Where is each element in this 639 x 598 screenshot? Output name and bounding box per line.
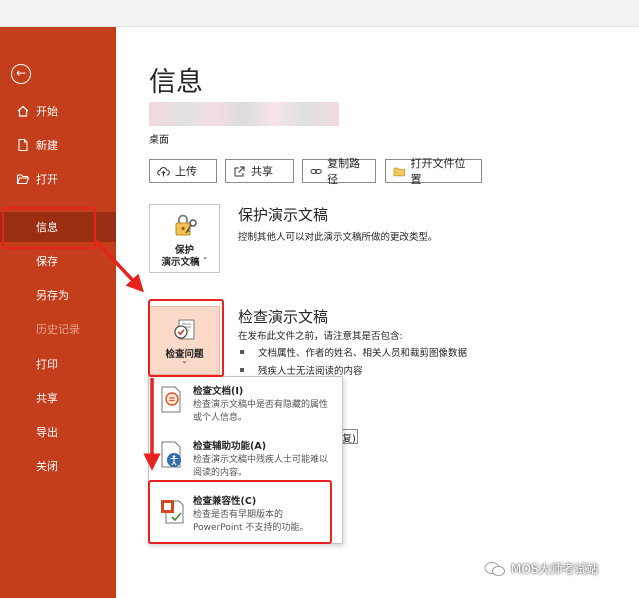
sidebar-item-new[interactable]: 新建: [0, 130, 116, 160]
title-bar: [0, 0, 639, 27]
page-title: 信息: [149, 67, 203, 98]
protect-section-description: 控制其他人可以对此演示文稿所做的更改类型。: [238, 232, 438, 243]
sidebar-item-share[interactable]: 共享: [0, 383, 116, 413]
sidebar-item-home[interactable]: 开始: [0, 96, 116, 126]
inspect-bullet: 残疾人士无法阅读的内容: [240, 363, 363, 377]
check-for-issues-label: 检查问题: [165, 349, 204, 360]
sidebar-item-info[interactable]: 信息: [0, 212, 116, 242]
check-issues-icon: [173, 319, 194, 340]
lock-key-icon: [175, 214, 197, 236]
wechat-icon: [484, 561, 505, 576]
inspect-bullet: 文档属性、作者的姓名、相关人员和裁剪图像数据: [240, 345, 467, 359]
sidebar-item-export[interactable]: 导出: [0, 417, 116, 447]
check-for-issues-button[interactable]: 检查问题 ˇ: [149, 306, 220, 375]
chevron-down-icon: ˇ: [182, 361, 187, 372]
inspect-section-description: 在发布此文件之前，请注意其是否包含:: [238, 331, 403, 342]
menu-item-description: 检查演示文稿中残疾人士可能难以阅读的内容。: [193, 455, 329, 478]
accessibility-check-icon: [161, 441, 181, 468]
sidebar-item-label: 关闭: [36, 460, 58, 473]
open-folder-icon: [16, 174, 30, 185]
watermark-text: MOS大师考试站: [511, 562, 599, 576]
file-location: 桌面: [149, 135, 169, 146]
open-file-location-label: 打开文件位置: [410, 157, 466, 186]
sidebar-item-label: 保存: [36, 255, 58, 268]
protect-presentation-button[interactable]: 保护 演示文稿 ˇ: [149, 204, 220, 273]
chevron-down-icon: ˇ: [202, 257, 208, 268]
sidebar-item-history: 历史记录: [0, 314, 116, 344]
backstage-sidebar: ← 开始 新建 打开 信息 保存 另存为 历史记录 打印 共享 导出 关闭: [0, 27, 116, 598]
folder-icon: [393, 167, 405, 176]
sidebar-item-label: 导出: [36, 426, 58, 439]
menu-item-check-accessibility[interactable]: 检查辅助功能(A) 检查演示文稿中残疾人士可能难以阅读的内容。: [149, 432, 342, 486]
menu-item-title: 检查兼容性(C): [193, 496, 257, 507]
sidebar-item-save[interactable]: 保存: [0, 246, 116, 276]
share-button[interactable]: 共享: [225, 159, 294, 183]
menu-item-check-compatibility[interactable]: 检查兼容性(C) 检查是否有早期版本的 PowerPoint 不支持的功能。: [149, 487, 342, 541]
sidebar-item-label: 打开: [36, 173, 58, 186]
inspect-document-icon: [161, 386, 181, 413]
upload-button-label: 上传: [175, 165, 197, 178]
menu-item-description: 检查演示文稿中是否有隐藏的属性或个人信息。: [193, 400, 329, 423]
protect-button-label: 保护: [174, 245, 194, 256]
sidebar-item-label: 打印: [36, 358, 58, 371]
menu-item-title: 检查文档(I): [193, 386, 244, 397]
menu-item-description: 检查是否有早期版本的 PowerPoint 不支持的功能。: [193, 510, 309, 533]
link-icon: [310, 168, 322, 174]
sidebar-item-close[interactable]: 关闭: [0, 451, 116, 481]
sidebar-item-open[interactable]: 打开: [0, 164, 116, 194]
home-icon: [17, 105, 29, 117]
check-for-issues-menu: 检查文档(I) 检查演示文稿中是否有隐藏的属性或个人信息。 检查辅助功能(A) …: [148, 376, 343, 544]
inspect-section-title: 检查演示文稿: [238, 308, 329, 326]
new-document-icon: [18, 138, 28, 152]
copy-path-button-label: 复制路径: [327, 157, 361, 186]
menu-item-title: 检查辅助功能(A): [193, 441, 267, 452]
share-button-label: 共享: [251, 165, 273, 178]
compatibility-check-icon: [161, 500, 184, 524]
cloud-upload-icon: [157, 166, 170, 176]
sidebar-item-label: 共享: [36, 392, 58, 405]
protect-section-title: 保护演示文稿: [238, 206, 329, 224]
sidebar-item-save-as[interactable]: 另存为: [0, 280, 116, 310]
menu-item-inspect-document[interactable]: 检查文档(I) 检查演示文稿中是否有隐藏的属性或个人信息。: [149, 377, 342, 431]
copy-path-button[interactable]: 复制路径: [302, 157, 376, 186]
back-arrow-icon[interactable]: ←: [11, 64, 31, 84]
sidebar-item-label: 另存为: [36, 289, 69, 302]
upload-button[interactable]: 上传: [149, 159, 217, 183]
protect-button-label-2: 演示文稿 ˇ: [161, 257, 208, 268]
sidebar-item-label: 信息: [36, 221, 58, 234]
sidebar-item-label: 历史记录: [36, 323, 80, 336]
open-file-location-button[interactable]: 打开文件位置: [385, 157, 482, 186]
watermark: MOS大师考试站: [484, 560, 598, 577]
share-icon: [234, 166, 245, 176]
sidebar-item-print[interactable]: 打印: [0, 349, 116, 379]
sidebar-item-label: 开始: [36, 105, 58, 118]
blurred-filename: [149, 102, 339, 126]
sidebar-item-label: 新建: [36, 139, 58, 152]
partially-hidden-text: 复): [342, 434, 356, 445]
